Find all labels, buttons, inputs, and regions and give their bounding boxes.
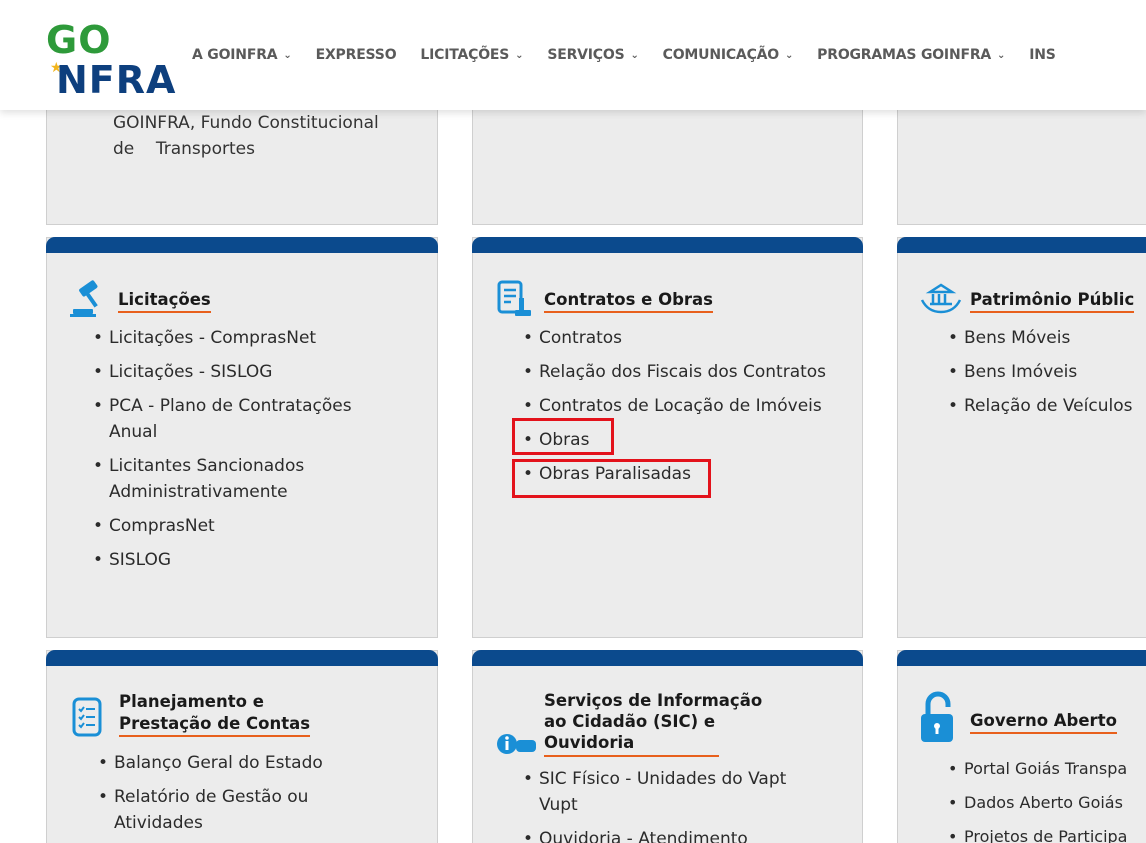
card-header-bar xyxy=(472,650,863,666)
card-title-licitacoes[interactable]: Licitações xyxy=(118,289,211,313)
nav-item-licitacoes[interactable]: LICITAÇÕES ⌄ xyxy=(420,47,523,63)
card-title-contratos-obras[interactable]: Contratos e Obras xyxy=(544,289,714,313)
list-item[interactable]: Contratos xyxy=(523,325,853,351)
list-item[interactable]: Bens Imóveis xyxy=(948,359,1146,385)
card-top-middle xyxy=(472,100,863,225)
chevron-down-icon: ⌄ xyxy=(630,49,639,61)
nav-item-servicos[interactable]: SERVIÇOS ⌄ xyxy=(547,47,639,63)
card-header-bar xyxy=(46,650,438,666)
card-header-bar xyxy=(897,650,1146,666)
info-chat-icon xyxy=(497,734,536,754)
highlight-obras xyxy=(512,418,614,455)
list-item[interactable]: Relação dos Fiscais dos Contratos xyxy=(523,359,853,385)
planejamento-list: Balanço Geral do Estado Relatório de Ges… xyxy=(98,750,428,843)
licitacoes-list: Licitações - ComprasNet Licitações - SIS… xyxy=(93,325,423,581)
checklist-icon xyxy=(72,697,102,737)
card-header-bar xyxy=(46,237,438,253)
list-item[interactable]: SISLOG xyxy=(93,547,423,573)
list-item[interactable]: Relação de Veículos xyxy=(948,393,1146,419)
logo-infra-text: NFRA xyxy=(56,58,177,102)
main-nav: A GOINFRA ⌄ EXPRESSO LICITAÇÕES ⌄ SERVIÇOS… xyxy=(192,47,1080,63)
list-item[interactable]: Ouvidoria - Atendimento xyxy=(523,826,823,843)
nav-item-programas-goinfra[interactable]: PROGRAMAS GOINFRA ⌄ xyxy=(817,47,1005,63)
card-title-sic-ouvidoria[interactable]: Serviços de Informação ao Cidadão (SIC) … xyxy=(544,690,762,757)
card-fragment-text: GOINFRA, Fundo Constitucional de Transpo… xyxy=(113,113,379,159)
gavel-icon xyxy=(70,280,98,317)
chevron-down-icon: ⌄ xyxy=(784,49,794,61)
list-item[interactable]: Licitações - SISLOG xyxy=(93,359,423,385)
card-header-bar xyxy=(472,237,863,253)
list-item[interactable]: Contratos de Locação de Imóveis xyxy=(523,393,853,419)
list-item[interactable]: Relatório de Gestão ou Atividades xyxy=(98,784,338,836)
list-item[interactable]: Portal Goiás Transpa xyxy=(948,756,1146,782)
list-item[interactable]: Licitantes Sancionados Administrativamen… xyxy=(93,453,343,505)
list-item[interactable]: SIC Físico - Unidades do Vapt Vupt xyxy=(523,766,808,818)
highlight-obras-paralisadas xyxy=(512,459,711,498)
card-title-patrimonio-publico[interactable]: Patrimônio Públic xyxy=(970,289,1135,313)
card-top-right xyxy=(897,100,1146,225)
list-item[interactable]: Balanço Geral do Estado xyxy=(98,750,428,776)
open-padlock-icon xyxy=(921,691,953,742)
list-item[interactable]: ComprasNet xyxy=(93,513,423,539)
list-item[interactable]: Licitações - ComprasNet xyxy=(93,325,423,351)
chevron-down-icon: ⌄ xyxy=(283,49,292,61)
site-header: GO ★ NFRA A GOINFRA ⌄ EXPRESSO LICITAÇÕES… xyxy=(0,0,1146,110)
nav-item-ins[interactable]: INS xyxy=(1029,47,1056,63)
list-item[interactable]: PCA - Plano de Contratações Anual xyxy=(93,393,393,445)
list-item[interactable]: Projetos de Participa xyxy=(948,824,1146,843)
chevron-down-icon: ⌄ xyxy=(515,49,524,61)
governo-list: Portal Goiás Transpa Dados Aberto Goiás … xyxy=(948,756,1146,843)
card-title-governo-aberto[interactable]: Governo Aberto xyxy=(970,710,1117,734)
patrimonio-list: Bens Móveis Bens Imóveis Relação de Veíc… xyxy=(948,325,1146,427)
card-title-planejamento[interactable]: Planejamento e Prestação de Contas xyxy=(119,691,311,737)
list-item[interactable]: Bens Móveis xyxy=(948,325,1146,351)
goinfra-logo[interactable]: GO ★ NFRA xyxy=(44,20,184,102)
chevron-down-icon: ⌄ xyxy=(997,49,1006,61)
contract-document-icon xyxy=(497,280,531,316)
nav-item-a-goinfra[interactable]: A GOINFRA ⌄ xyxy=(192,47,292,63)
card-header-bar xyxy=(897,237,1146,253)
sic-list: SIC Físico - Unidades do Vapt Vupt Ouvid… xyxy=(523,766,823,843)
logo-go-text: GO xyxy=(46,18,112,62)
list-item[interactable]: Dados Aberto Goiás xyxy=(948,790,1146,816)
public-building-icon xyxy=(920,283,962,314)
nav-item-comunicacao[interactable]: COMUNICAÇÃO ⌄ xyxy=(663,47,794,63)
nav-item-expresso[interactable]: EXPRESSO xyxy=(316,47,397,63)
